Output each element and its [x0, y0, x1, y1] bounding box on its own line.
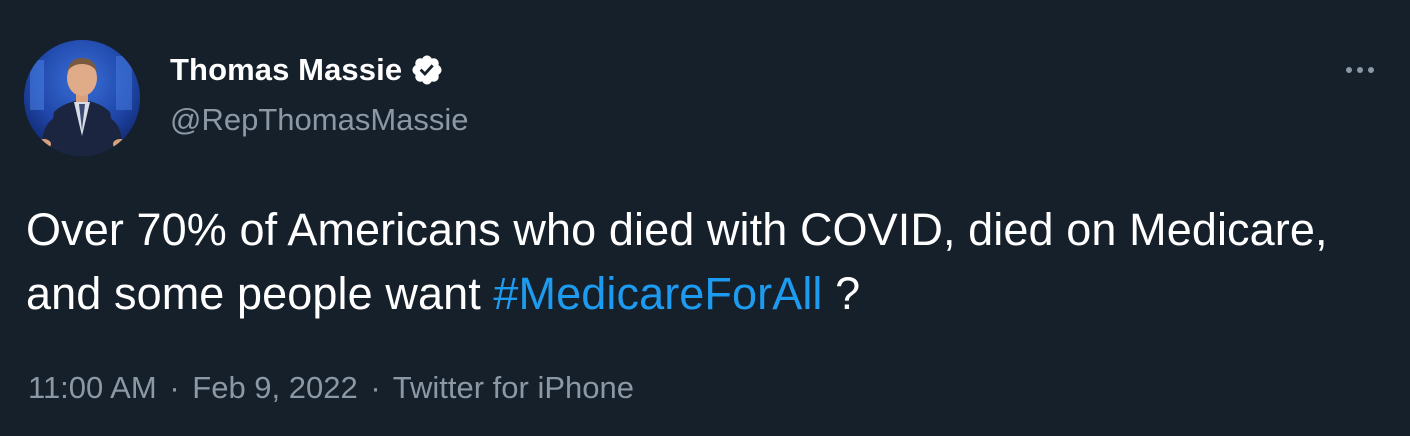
- avatar[interactable]: [24, 40, 140, 156]
- tweet-date[interactable]: Feb 9, 2022: [192, 370, 357, 405]
- author-name-row[interactable]: Thomas Massie: [170, 52, 444, 88]
- hashtag-link[interactable]: #MedicareForAll: [493, 268, 822, 319]
- tweet-text-tail: ?: [822, 268, 861, 319]
- tweet-text: Over 70% of Americans who died with COVI…: [26, 198, 1386, 326]
- tweet-time[interactable]: 11:00 AM: [28, 370, 157, 405]
- verified-badge-icon: [410, 53, 444, 87]
- meta-separator: ·: [169, 370, 180, 405]
- meta-separator: ·: [370, 370, 381, 405]
- tweet-meta: 11:00 AM · Feb 9, 2022 · Twitter for iPh…: [28, 370, 634, 406]
- author-display-name[interactable]: Thomas Massie: [170, 52, 402, 88]
- avatar-photo: [24, 40, 140, 156]
- tweet-card: Thomas Massie @RepThomasMassie Over 70% …: [0, 0, 1410, 436]
- more-options-icon[interactable]: [1340, 58, 1380, 82]
- author-handle[interactable]: @RepThomasMassie: [170, 102, 469, 138]
- tweet-source-link[interactable]: Twitter for iPhone: [393, 370, 634, 405]
